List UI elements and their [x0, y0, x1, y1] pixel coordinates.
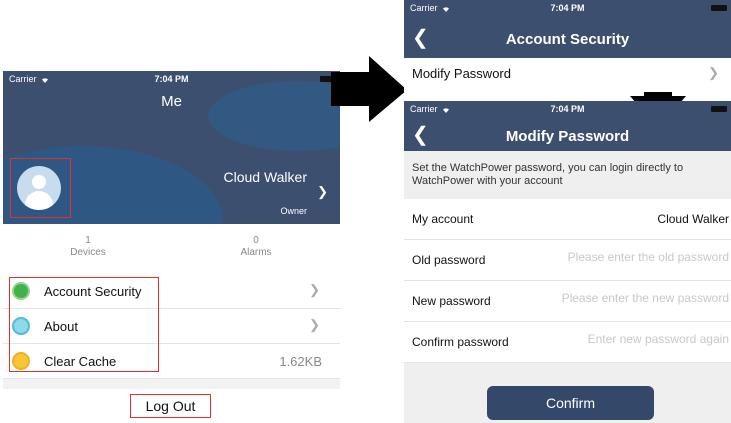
nav-bar: Carrier 7:04 PM ❮ Modify Password — [404, 101, 731, 151]
field-label: Old password — [412, 253, 486, 267]
status-time: 7:04 PM — [154, 74, 189, 84]
me-screen: Carrier 7:04 PM Me Cloud Walker Owner ❯ … — [3, 71, 340, 423]
page-title: Account Security — [505, 31, 630, 48]
carrier-text: Carrier — [410, 104, 438, 114]
status-bar: Carrier 7:04 PM — [3, 71, 340, 87]
alarms-stat[interactable]: 0 Alarms — [196, 235, 316, 259]
my-account-row: My account Cloud Walker — [404, 199, 731, 240]
status-bar: Carrier 7:04 PM — [404, 101, 731, 117]
chevron-right-icon: ❯ — [309, 282, 320, 297]
wifi-icon — [443, 6, 450, 12]
wifi-icon — [42, 77, 49, 83]
confirm-button[interactable]: Confirm — [487, 386, 654, 420]
devices-stat[interactable]: 1 Devices — [28, 235, 148, 259]
field-label: New password — [412, 294, 491, 308]
avatar[interactable] — [17, 166, 61, 210]
carrier-label: Carrier — [410, 104, 450, 114]
chevron-right-icon: ❯ — [708, 65, 719, 80]
new-password-input[interactable] — [539, 291, 729, 305]
carrier-label: Carrier — [410, 3, 450, 13]
field-label: Confirm password — [412, 335, 509, 349]
devices-label: Devices — [70, 247, 106, 258]
battery-icon — [711, 106, 727, 112]
info-note: Set the WatchPower password, you can log… — [404, 151, 731, 199]
user-role: Owner — [280, 206, 307, 216]
arrow-right-icon — [331, 56, 407, 122]
chevron-right-icon: ❯ — [309, 317, 320, 332]
status-time: 7:04 PM — [550, 104, 585, 114]
menu-highlight — [9, 277, 159, 372]
nav-bar: Carrier 7:04 PM ❮ Account Security — [404, 0, 731, 58]
status-bar: Carrier 7:04 PM — [404, 0, 731, 16]
cache-size: 1.62KB — [279, 354, 322, 369]
username: Cloud Walker — [223, 169, 307, 185]
info-note-text: Set the WatchPower password, you can log… — [412, 162, 684, 187]
alarms-label: Alarms — [240, 247, 272, 258]
old-password-row: Old password — [404, 240, 731, 281]
page-title: Me — [161, 93, 182, 110]
logout-button[interactable]: Log Out — [130, 394, 211, 418]
alarms-count: 0 — [253, 235, 259, 246]
avatar-highlight[interactable] — [10, 158, 71, 218]
avatar-person-icon — [32, 175, 46, 189]
carrier-text: Carrier — [410, 3, 438, 13]
status-time: 7:04 PM — [550, 3, 585, 13]
modify-password-row[interactable]: Modify Password ❯ — [404, 58, 731, 90]
confirm-password-row: Confirm password — [404, 322, 731, 363]
field-label: My account — [412, 212, 474, 226]
section-divider — [3, 379, 340, 389]
header-decoration — [208, 81, 340, 151]
row-label: Modify Password — [412, 66, 511, 81]
old-password-input[interactable] — [539, 250, 729, 264]
devices-count: 1 — [85, 235, 91, 246]
page-title: Modify Password — [505, 128, 630, 145]
carrier-text: Carrier — [9, 74, 37, 84]
carrier-label: Carrier — [9, 74, 49, 84]
avatar-person-body — [25, 191, 53, 210]
wifi-icon — [443, 107, 450, 113]
account-security-screen: Carrier 7:04 PM ❮ Account Security Modif… — [404, 0, 731, 92]
chevron-right-icon[interactable]: ❯ — [317, 184, 328, 200]
profile-header: Carrier 7:04 PM Me Cloud Walker Owner ❯ — [3, 71, 340, 224]
account-value: Cloud Walker — [657, 212, 729, 226]
confirm-password-input[interactable] — [539, 332, 729, 346]
new-password-row: New password — [404, 281, 731, 322]
battery-icon — [711, 5, 727, 11]
modify-password-screen: Carrier 7:04 PM ❮ Modify Password Set th… — [404, 101, 731, 423]
